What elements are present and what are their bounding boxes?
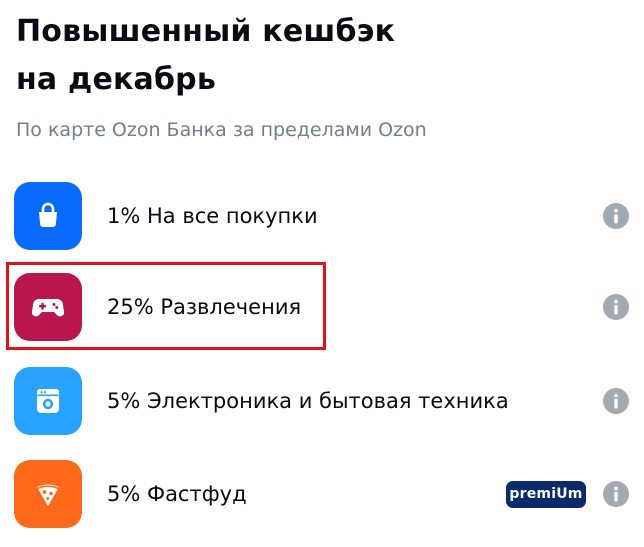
- info-icon[interactable]: [603, 481, 629, 507]
- cashback-category-row-all-purchases: 1% На все покупки: [0, 182, 644, 252]
- cashback-category-row-electronics: 5% Электроника и бытовая техника: [0, 367, 644, 437]
- page-title-line-2: на декабрь: [16, 62, 216, 97]
- washing-machine-icon: [14, 367, 82, 435]
- category-label: 5% Электроника и бытовая техника: [107, 389, 509, 413]
- page-title-line-1: Повышенный кешбэк: [16, 14, 396, 49]
- pizza-icon: [14, 460, 82, 528]
- shopping-bag-icon: [14, 182, 82, 250]
- premium-badge: premiUm: [506, 481, 586, 508]
- info-icon[interactable]: [603, 294, 629, 320]
- info-icon[interactable]: [603, 203, 629, 229]
- category-label: 1% На все покупки: [107, 204, 318, 228]
- info-icon[interactable]: [603, 388, 629, 414]
- page-subtitle: По карте Ozon Банка за пределами Ozon: [16, 119, 427, 141]
- page-title: Повышенный кешбэк на декабрь: [16, 8, 395, 104]
- highlight-frame: [6, 262, 326, 350]
- category-label: 5% Фастфуд: [107, 482, 247, 506]
- cashback-category-row-fastfood: 5% Фастфуд premiUm: [0, 460, 644, 530]
